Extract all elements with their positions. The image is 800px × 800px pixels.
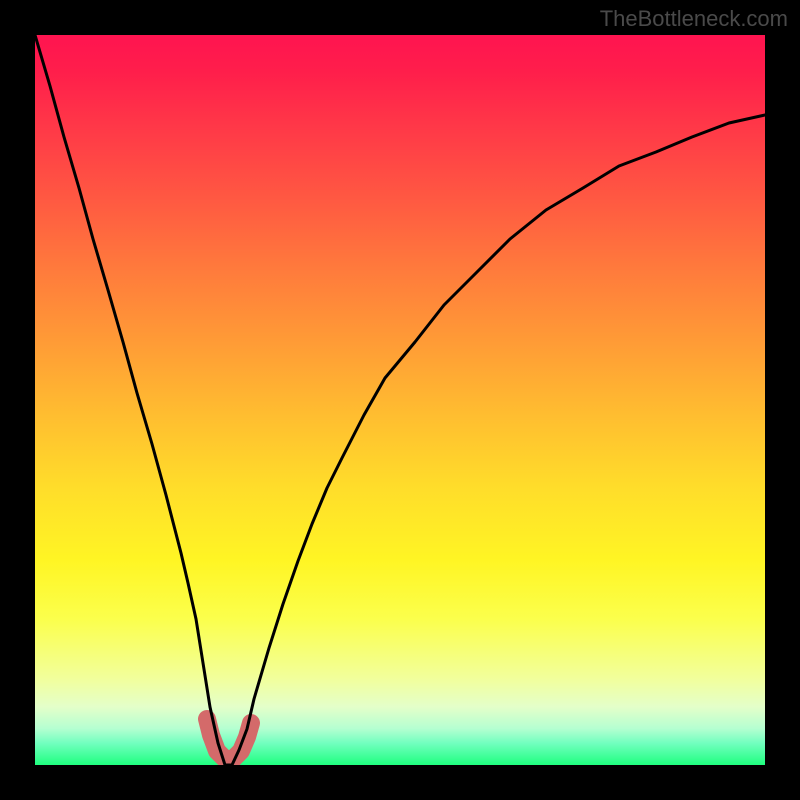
watermark-text: TheBottleneck.com bbox=[600, 6, 788, 32]
chart-container: TheBottleneck.com bbox=[0, 0, 800, 800]
plot-area bbox=[35, 35, 765, 765]
main-curve bbox=[35, 35, 765, 765]
curve-layer bbox=[35, 35, 765, 765]
